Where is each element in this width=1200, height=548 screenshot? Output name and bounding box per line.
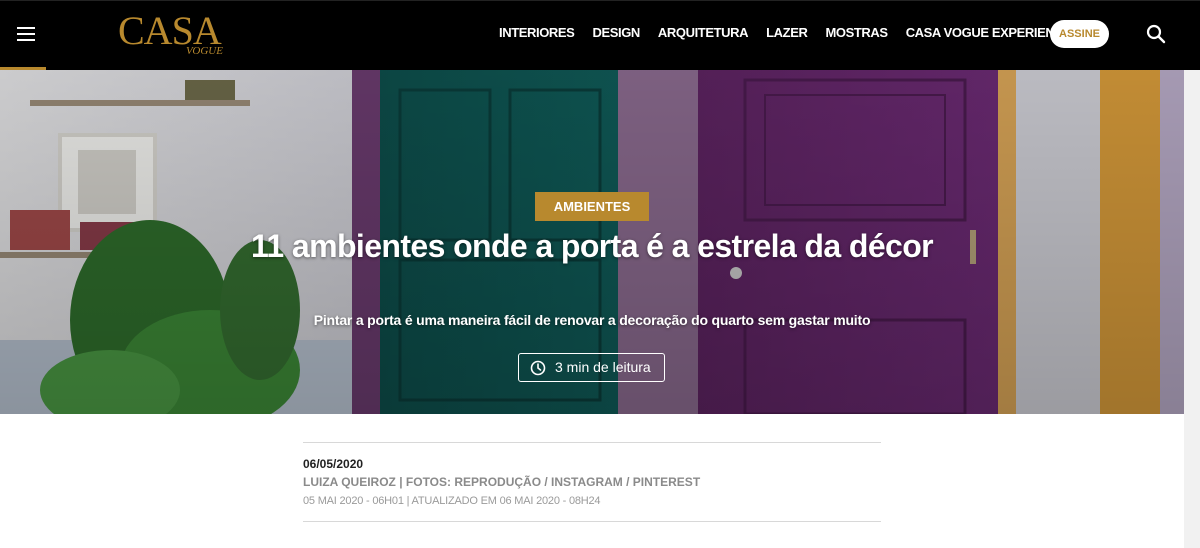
meta-divider-top xyxy=(303,442,881,443)
logo-subtext: VOGUE xyxy=(186,45,223,57)
nav-item-lazer[interactable]: LAZER xyxy=(766,25,808,45)
hamburger-icon[interactable] xyxy=(17,27,35,41)
category-tag[interactable]: AMBIENTES xyxy=(535,192,649,221)
nav-item-casa-vogue-experience[interactable]: CASA VOGUE EXPERIENCE xyxy=(906,25,1072,45)
read-time-badge: 3 min de leitura xyxy=(518,353,665,382)
meta-divider-bottom xyxy=(303,521,881,522)
main-nav: INTERIORES DESIGN ARQUITETURA LAZER MOST… xyxy=(499,25,1090,45)
site-logo[interactable]: CASA VOGUE xyxy=(118,9,228,59)
article-author: LUIZA QUEIROZ | FOTOS: REPRODUÇÃO / INST… xyxy=(303,475,701,489)
article-subtitle: Pintar a porta é uma maneira fácil de re… xyxy=(313,312,871,328)
nav-item-interiores[interactable]: INTERIORES xyxy=(499,25,575,45)
clock-icon xyxy=(530,360,546,376)
search-icon[interactable] xyxy=(1146,24,1166,44)
top-header: CASA VOGUE INTERIORES DESIGN ARQUITETURA… xyxy=(0,0,1200,71)
nav-item-mostras[interactable]: MOSTRAS xyxy=(825,25,888,45)
article-date: 06/05/2020 xyxy=(303,457,364,471)
nav-item-arquitetura[interactable]: ARQUITETURA xyxy=(658,25,749,45)
article-title: 11 ambientes onde a porta é a estrela da… xyxy=(250,228,934,264)
read-time-label: 3 min de leitura xyxy=(555,359,651,375)
subscribe-button[interactable]: ASSINE xyxy=(1050,20,1109,48)
nav-item-design[interactable]: DESIGN xyxy=(592,25,640,45)
article-timestamps: 05 MAI 2020 - 06H01 | ATUALIZADO EM 06 M… xyxy=(303,495,601,507)
hero-banner: AMBIENTES 11 ambientes onde a porta é a … xyxy=(0,70,1184,414)
page-scrollbar[interactable] xyxy=(1184,70,1200,548)
